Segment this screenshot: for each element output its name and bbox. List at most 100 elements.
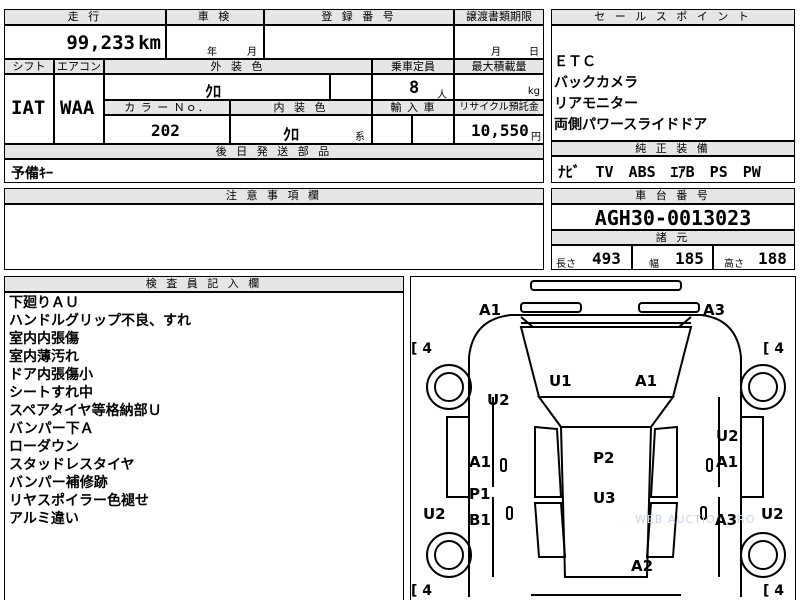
inspector-note: バンパー補修跡: [9, 475, 108, 491]
import-header: 輸 入 車: [372, 100, 454, 115]
width-label: 幅: [649, 259, 659, 270]
mark-roof-p2: P2: [593, 449, 615, 467]
transfer-month-label: 月: [491, 47, 501, 58]
inspector-notes-box: 下廻りＡＵ ハンドルグリップ不良、すれ 室内内張傷 室内薄汚れ ドア内張傷小 シ…: [4, 292, 404, 600]
mileage-header: 走 行: [4, 9, 166, 25]
inspector-header: 検 査 員 記 入 欄: [4, 276, 404, 292]
equipment-value: ﾅﾋﾞ TV ABS ｴｱB PS PW: [558, 163, 761, 181]
mark-left-door-a1: A1: [469, 453, 492, 471]
capacity-cell: 8 人: [372, 74, 454, 101]
height-label: 高さ: [724, 259, 744, 270]
transfer-deadline-cell: 月 日: [454, 25, 544, 59]
mark-right-fender-u2: U2: [716, 427, 739, 445]
mark-right-rear-a3: A3: [715, 511, 738, 529]
aircon-header: エアコン: [54, 59, 104, 74]
mark-roof-u3: U3: [593, 489, 616, 507]
sales-point-item: 両側パワースライドドア: [554, 117, 708, 133]
inspector-note: 室内内張傷: [9, 331, 79, 347]
inspection-cell: 年 月: [166, 25, 264, 59]
inspector-note: アルミ違い: [9, 511, 79, 527]
front-bumper-right: [638, 302, 700, 313]
height-value: 188: [758, 249, 787, 268]
capacity-unit: 人: [437, 90, 447, 101]
color-no-cell: 202: [104, 115, 230, 144]
recycle-unit: 円: [531, 132, 541, 143]
width-cell: 幅 185: [632, 245, 713, 270]
sales-point-item: ＥＴＣ: [554, 54, 596, 70]
inspector-note: ローダウン: [9, 439, 79, 455]
color-no-value: 202: [151, 121, 180, 140]
mark-left-fender: U2: [487, 391, 510, 409]
front-bumper-left: [520, 302, 582, 313]
front-bumper-top: [530, 280, 682, 291]
interior-color-value: ｸﾛ: [283, 125, 300, 144]
mark-left-rear-p1: P1: [469, 485, 491, 503]
width-value: 185: [675, 249, 704, 268]
mark-hood-u1: U1: [549, 372, 572, 390]
transfer-day-label: 日: [529, 47, 539, 58]
recycle-value: 10,550: [471, 121, 529, 140]
shift-header: シフト: [4, 59, 54, 74]
mark-left-rear-b1: B1: [469, 511, 491, 529]
sales-points-list: ＥＴＣ バックカメラ リアモニター 両側パワースライドドア: [554, 52, 707, 136]
watermark: WEB AUCTION PRO: [635, 513, 756, 526]
mileage-unit: km: [138, 32, 161, 54]
mark-front-right: A3: [703, 301, 726, 319]
chassis-cell: AGH30-0013023: [551, 204, 795, 230]
max-load-cell: kg: [454, 74, 544, 100]
mark-right-quarter: U2: [761, 505, 784, 523]
exterior-color-value: ｸﾛ: [205, 82, 222, 101]
registration-header: 登 録 番 号: [264, 9, 454, 25]
interior-color-cell: ｸﾛ 系: [230, 115, 372, 144]
inspector-note: シートすれ中: [9, 385, 93, 401]
inspector-notes-list: 下廻りＡＵ ハンドルグリップ不良、すれ 室内内張傷 室内薄汚れ ドア内張傷小 シ…: [9, 294, 191, 528]
car-outline-drawing: [426, 280, 786, 597]
registration-cell: [264, 25, 454, 59]
length-value: 493: [592, 249, 621, 268]
height-cell: 高さ 188: [713, 245, 795, 270]
mileage-value: 99,233: [66, 32, 135, 54]
inspector-note: スペアタイヤ等格納部Ｕ: [9, 403, 162, 419]
transfer-deadline-header: 譲渡書類期限: [454, 9, 544, 25]
parts-header: 後 日 発 送 部 品: [4, 144, 544, 159]
exterior-color-blank: [330, 74, 372, 100]
exterior-color-cell: ｸﾛ: [104, 74, 330, 101]
inspection-month-label: 月: [247, 47, 257, 58]
length-label: 長さ: [556, 259, 576, 270]
chassis-value: AGH30-0013023: [594, 206, 752, 230]
inspection-year-label: 年: [207, 47, 217, 58]
inspector-note: 下廻りＡＵ: [9, 295, 79, 311]
capacity-header: 乗車定員: [372, 59, 454, 74]
sales-points-header: セ ー ル ス ポ イ ン ト: [551, 9, 795, 25]
tire-depth-rear-right: [ 4: [763, 583, 785, 599]
inspector-note: ハンドルグリップ不良、すれ: [9, 313, 191, 329]
equipment-header: 純 正 装 備: [551, 141, 795, 156]
inspection-header: 車 検: [166, 9, 264, 25]
damage-diagram: WEB AUCTION PRO [ 4 [ 4 [ 4 [ 4 A1 A3 U1…: [410, 276, 796, 600]
mileage-cell: 99,233 km: [4, 25, 166, 59]
notes-header: 注 意 事 項 欄: [4, 188, 544, 204]
recycle-cell: 10,550 円: [454, 115, 544, 144]
inspector-note: スタッドレスタイヤ: [9, 457, 135, 473]
inspector-note: ドア内張傷小: [9, 367, 93, 383]
sales-points-box: ＥＴＣ バックカメラ リアモニター 両側パワースライドドア: [551, 25, 795, 141]
chassis-header: 車 台 番 号: [551, 188, 795, 204]
aircon-cell: WAA: [54, 74, 104, 144]
inspector-note: バンパー下Ａ: [9, 421, 94, 437]
tire-depth-rear-left: [ 4: [411, 583, 433, 599]
dimensions-header: 諸 元: [551, 230, 795, 245]
equipment-cell: ﾅﾋﾞ TV ABS ｴｱB PS PW: [551, 156, 795, 183]
inspector-note: 室内薄汚れ: [9, 349, 79, 365]
inspector-note: リヤスポイラー色褪せ: [9, 493, 149, 509]
tire-depth-front-left: [ 4: [411, 341, 433, 357]
shift-value: IAT: [11, 97, 46, 119]
tire-depth-front-right: [ 4: [763, 341, 785, 357]
mark-right-fender-a1: A1: [716, 453, 739, 471]
color-no-header: カ ラ ー Ｎｏ．: [104, 100, 230, 115]
aircon-value: WAA: [60, 97, 95, 119]
import-cell-2: [412, 115, 454, 144]
interior-color-header: 内 装 色: [230, 100, 372, 115]
mark-rear-a2: A2: [631, 557, 654, 575]
shift-cell: IAT: [4, 74, 54, 144]
recycle-header: リサイクル預託金: [454, 100, 544, 115]
